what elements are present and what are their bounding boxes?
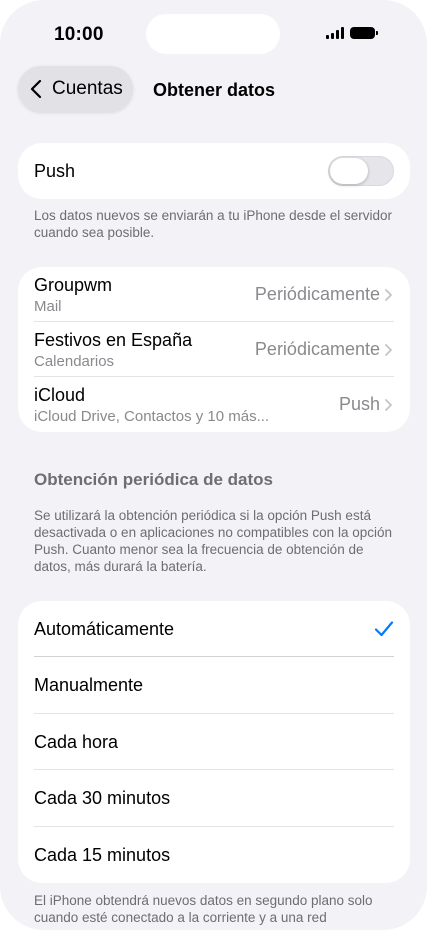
account-subtitle: iCloud Drive, Contactos y 10 más...: [34, 407, 270, 425]
chevron-right-icon: [385, 398, 392, 411]
fetch-option-manual[interactable]: Manualmente: [18, 657, 410, 714]
fetch-option-30-min[interactable]: Cada 30 minutos: [18, 770, 410, 827]
fetch-option-label: Cada 30 minutos: [34, 788, 171, 808]
push-footnote: Los datos nuevos se enviarán a tu iPhone…: [34, 208, 392, 240]
chevron-right-icon: [385, 288, 392, 301]
fetch-option-15-min[interactable]: Cada 15 minutos: [18, 827, 410, 883]
toggle-knob: [330, 158, 368, 184]
account-subtitle: Calendarios: [34, 352, 115, 370]
battery-icon: [350, 27, 378, 39]
accounts-group: Groupwm Mail Periódicamente Festivos en …: [18, 267, 410, 432]
push-row: Push: [18, 143, 410, 199]
account-name: Groupwm: [34, 274, 113, 295]
fetch-options-group: Automáticamente Manualmente Cada hora Ca…: [18, 601, 410, 883]
chevron-left-icon: [30, 79, 42, 99]
account-name: Festivos en España: [34, 329, 193, 350]
status-icons: [326, 27, 378, 39]
signal-icon: [326, 27, 344, 39]
account-row-icloud[interactable]: iCloud iCloud Drive, Contactos y 10 más.…: [18, 377, 410, 432]
fetch-option-automatic[interactable]: Automáticamente: [18, 601, 410, 657]
account-row-festivos[interactable]: Festivos en España Calendarios Periódica…: [18, 322, 410, 377]
account-fetch-value: Push: [338, 394, 380, 414]
fetch-description: Se utilizará la obtención periódica si l…: [34, 508, 392, 574]
push-label: Push: [34, 160, 76, 181]
fetch-option-hourly[interactable]: Cada hora: [18, 714, 410, 770]
account-row-groupwm[interactable]: Groupwm Mail Periódicamente: [18, 267, 410, 322]
fetch-footnote: El iPhone obtendrá nuevos datos en segun…: [34, 893, 373, 925]
fetch-option-label: Cada 15 minutos: [34, 844, 171, 865]
chevron-right-icon: [385, 343, 392, 356]
account-name: iCloud: [34, 384, 86, 405]
back-button-label: Cuentas: [52, 78, 123, 99]
status-time: 10:00: [54, 24, 104, 45]
back-button[interactable]: Cuentas: [18, 66, 133, 112]
push-toggle[interactable]: [328, 156, 394, 186]
fetch-option-label: Automáticamente: [34, 618, 175, 639]
account-fetch-value: Periódicamente: [254, 339, 380, 359]
fetch-option-label: Cada hora: [34, 731, 119, 752]
phone-screen: 10:00 Cuentas Obtener datos Push Los dat…: [0, 0, 427, 930]
checkmark-icon: [374, 621, 394, 637]
push-group: Push: [18, 143, 410, 199]
fetch-option-label: Manualmente: [34, 675, 144, 695]
account-subtitle: Mail: [34, 297, 62, 315]
account-fetch-value: Periódicamente: [254, 284, 380, 304]
dynamic-island: [146, 14, 280, 54]
fetch-section-header: Obtención periódica de datos: [34, 470, 273, 489]
page-title: Obtener datos: [153, 80, 276, 100]
